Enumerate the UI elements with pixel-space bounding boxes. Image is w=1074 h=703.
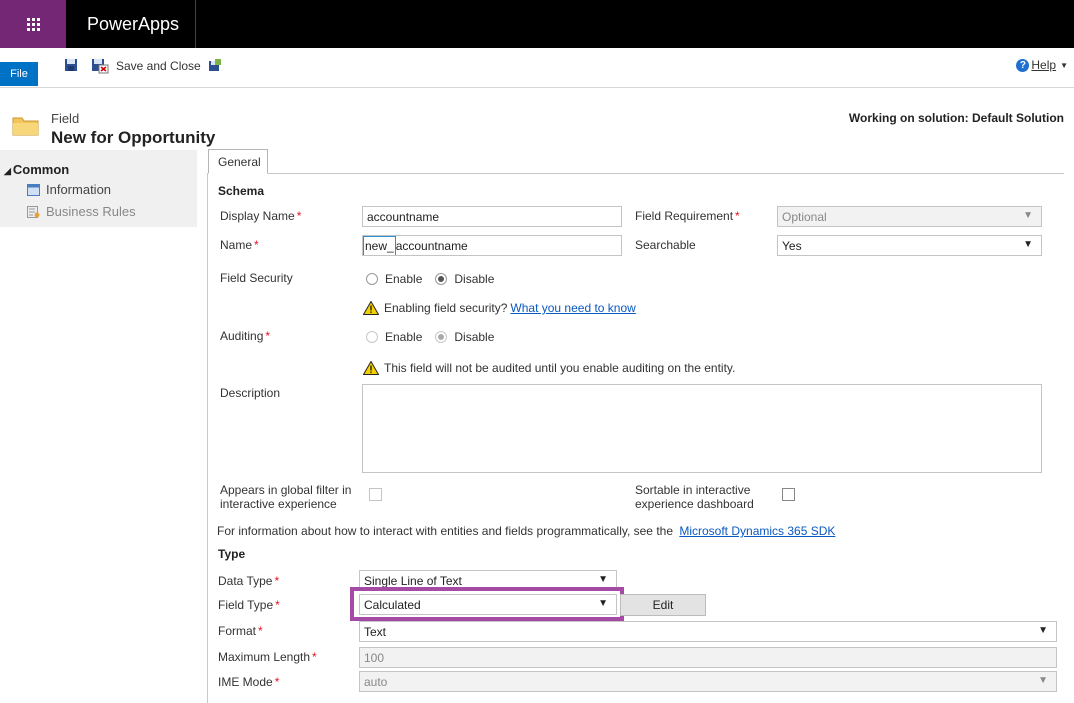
field-security-label: Field Security (220, 271, 293, 285)
chevron-down-icon: ▼ (1023, 239, 1033, 250)
field-security-disable-radio[interactable] (435, 273, 448, 285)
field-requirement-select[interactable]: Optional ▼ (777, 206, 1042, 227)
warning-icon (363, 301, 379, 315)
publish-icon[interactable] (208, 58, 222, 72)
searchable-label: Searchable (635, 238, 696, 252)
max-length-field[interactable]: 100 (359, 647, 1057, 668)
name-field[interactable]: new_ accountname (362, 235, 622, 256)
max-length-label: Maximum Length * (218, 650, 317, 664)
collapse-triangle-icon: ◢ (4, 166, 11, 176)
chevron-down-icon: ▼ (598, 574, 608, 585)
chevron-down-icon: ▼ (1023, 210, 1033, 221)
file-button[interactable]: File (0, 62, 38, 86)
warning-icon (363, 361, 379, 375)
sdk-info-text: For information about how to interact wi… (217, 524, 836, 538)
display-name-label: Display Name * (220, 209, 302, 223)
field-type-highlight (350, 587, 624, 621)
auditing-enable-radio[interactable] (366, 331, 378, 343)
edit-button[interactable]: Edit (620, 594, 706, 616)
waffle-icon[interactable] (0, 0, 66, 48)
format-label: Format * (218, 624, 263, 638)
sidebar-item-information[interactable]: Information (27, 182, 111, 197)
save-and-close-icon[interactable] (91, 58, 109, 74)
type-heading: Type (218, 547, 246, 561)
save-and-close-button[interactable]: Save and Close (116, 59, 201, 73)
folder-icon (12, 117, 39, 136)
description-field[interactable] (362, 384, 1042, 473)
chevron-down-icon: ▼ (1060, 60, 1068, 70)
sidebar-item-business-rules[interactable]: Business Rules (27, 204, 136, 219)
auditing-radio-group: Enable Disable (366, 330, 507, 344)
display-name-field[interactable]: accountname (362, 206, 622, 227)
auditing-disable-radio[interactable] (435, 331, 448, 343)
sdk-link[interactable]: Microsoft Dynamics 365 SDK (679, 524, 835, 538)
help-label: Help (1031, 58, 1057, 72)
ribbon-toolbar: File Save and Close ? Help ▼ (0, 48, 1074, 88)
field-security-enable-radio[interactable] (366, 273, 378, 285)
field-security-warning: Enabling field security? What you need t… (363, 301, 636, 315)
field-requirement-label: Field Requirement * (635, 209, 740, 223)
global-filter-label: Appears in global filter in interactive … (220, 483, 352, 511)
ime-mode-label: IME Mode * (218, 675, 280, 689)
app-title[interactable]: PowerApps (71, 0, 196, 48)
sortable-label: Sortable in interactive experience dashb… (635, 483, 754, 511)
name-prefix: new_ (363, 236, 396, 255)
name-label: Name * (220, 238, 259, 252)
chevron-down-icon: ▼ (1038, 625, 1048, 636)
tab-general[interactable]: General (208, 149, 268, 174)
what-you-need-to-know-link[interactable]: What you need to know (510, 301, 635, 315)
business-rules-icon (27, 205, 40, 218)
entity-type: Field (51, 111, 80, 126)
searchable-select[interactable]: Yes ▼ (777, 235, 1042, 256)
auditing-label: Auditing * (220, 329, 271, 343)
sidebar-group-common[interactable]: ◢ Common (4, 162, 69, 177)
sortable-checkbox[interactable] (782, 488, 795, 501)
auditing-warning: This field will not be audited until you… (363, 361, 735, 375)
sidebar-item-label: Business Rules (46, 204, 136, 219)
sidebar-item-label: Information (46, 182, 112, 197)
description-label: Description (220, 386, 281, 400)
global-filter-checkbox[interactable] (369, 488, 382, 501)
help-menu[interactable]: ? Help ▼ (1016, 58, 1068, 72)
page-title: New for Opportunity (51, 128, 216, 147)
form-icon (27, 183, 40, 196)
help-icon: ? (1016, 58, 1030, 72)
field-type-label: Field Type * (218, 598, 280, 612)
solution-label: Working on solution: Default Solution (848, 111, 1064, 125)
name-value: accountname (395, 239, 468, 253)
save-icon[interactable] (64, 58, 78, 72)
top-bar: PowerApps (0, 0, 1074, 48)
ime-mode-select[interactable]: auto ▼ (359, 671, 1057, 692)
field-security-radio-group: Enable Disable (366, 272, 507, 286)
data-type-label: Data Type * (218, 574, 280, 588)
schema-heading: Schema (218, 184, 265, 198)
format-select[interactable]: Text ▼ (359, 621, 1057, 642)
sidebar: ◢ Common Information Business Rules (0, 150, 197, 227)
chevron-down-icon: ▼ (1038, 675, 1048, 686)
